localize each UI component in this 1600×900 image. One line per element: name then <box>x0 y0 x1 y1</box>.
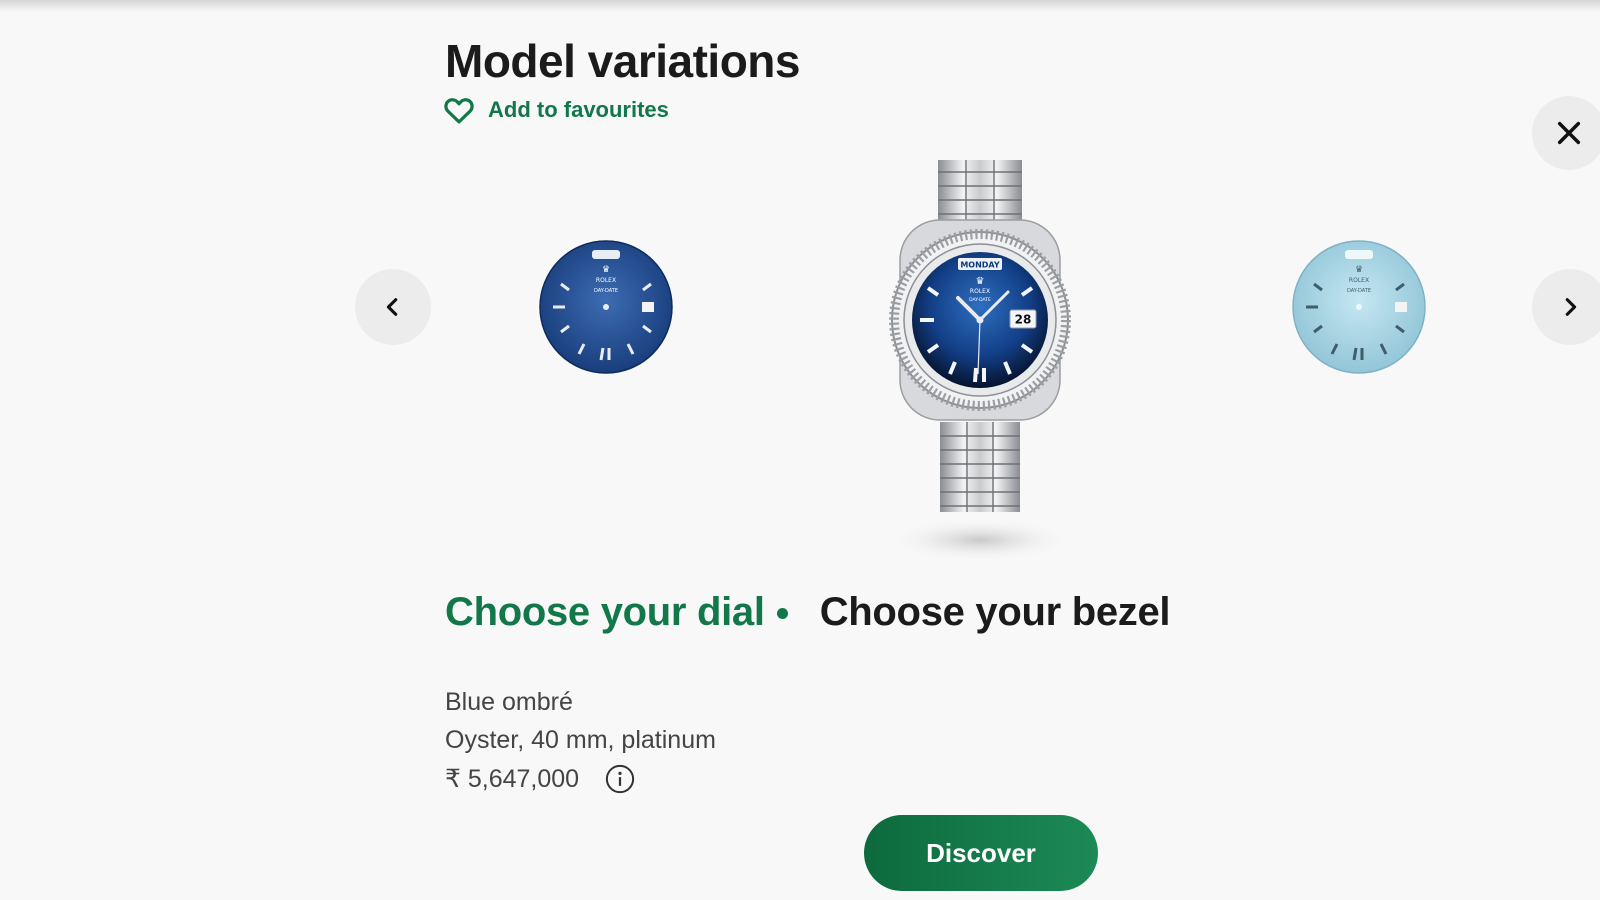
carousel-prev-button[interactable] <box>355 269 431 345</box>
carousel-next-button[interactable] <box>1532 269 1600 345</box>
model-details: Blue ombré Oyster, 40 mm, platinum ₹ 5,6… <box>445 683 716 799</box>
dial-model-text: DAY-DATE <box>594 288 618 294</box>
discover-button[interactable]: Discover <box>864 815 1098 891</box>
dial-option-blue[interactable]: ♛ ROLEX DAY-DATE <box>539 240 673 374</box>
favourite-label: Add to favourites <box>488 97 669 122</box>
info-icon[interactable] <box>605 764 635 794</box>
active-tab-indicator <box>776 608 788 619</box>
svg-text:♛: ♛ <box>976 276 985 287</box>
watch-brand-text: ROLEX <box>970 288 990 295</box>
date-window-text: 28 <box>1015 313 1032 327</box>
chevron-left-icon <box>386 298 398 316</box>
svg-text:♛: ♛ <box>602 265 610 275</box>
tab-choose-dial[interactable]: Choose your dial <box>445 590 765 635</box>
add-to-favourites-button[interactable]: Add to favourites <box>444 96 669 124</box>
dial-brand-text: ROLEX <box>596 277 616 284</box>
svg-text:♛: ♛ <box>1355 265 1363 275</box>
chevron-right-icon <box>1565 298 1577 316</box>
top-divider <box>0 0 1600 12</box>
watch-model-text: DAY-DATE <box>969 297 991 303</box>
dial-model-text: DAY-DATE <box>1347 288 1371 294</box>
price: ₹ 5,647,000 <box>445 765 580 793</box>
model-spec: Oyster, 40 mm, platinum <box>445 726 716 754</box>
page-title: Model variations <box>445 35 800 87</box>
tab-choose-bezel[interactable]: Choose your bezel <box>820 590 1171 635</box>
heart-outline-icon <box>444 98 474 124</box>
dial-option-ice-blue[interactable]: ♛ ROLEX DAY-DATE <box>1292 240 1426 374</box>
configurator-tabs: Choose your dial Choose your bezel <box>445 590 1171 635</box>
close-icon <box>1557 121 1581 145</box>
day-window-text: MONDAY <box>960 261 1000 270</box>
watch-image: MONDAY ♛ ROLEX DAY-DATE 28 <box>885 160 1075 562</box>
close-button[interactable] <box>1532 96 1600 170</box>
dial-name: Blue ombré <box>445 688 573 716</box>
dial-brand-text: ROLEX <box>1349 277 1369 284</box>
